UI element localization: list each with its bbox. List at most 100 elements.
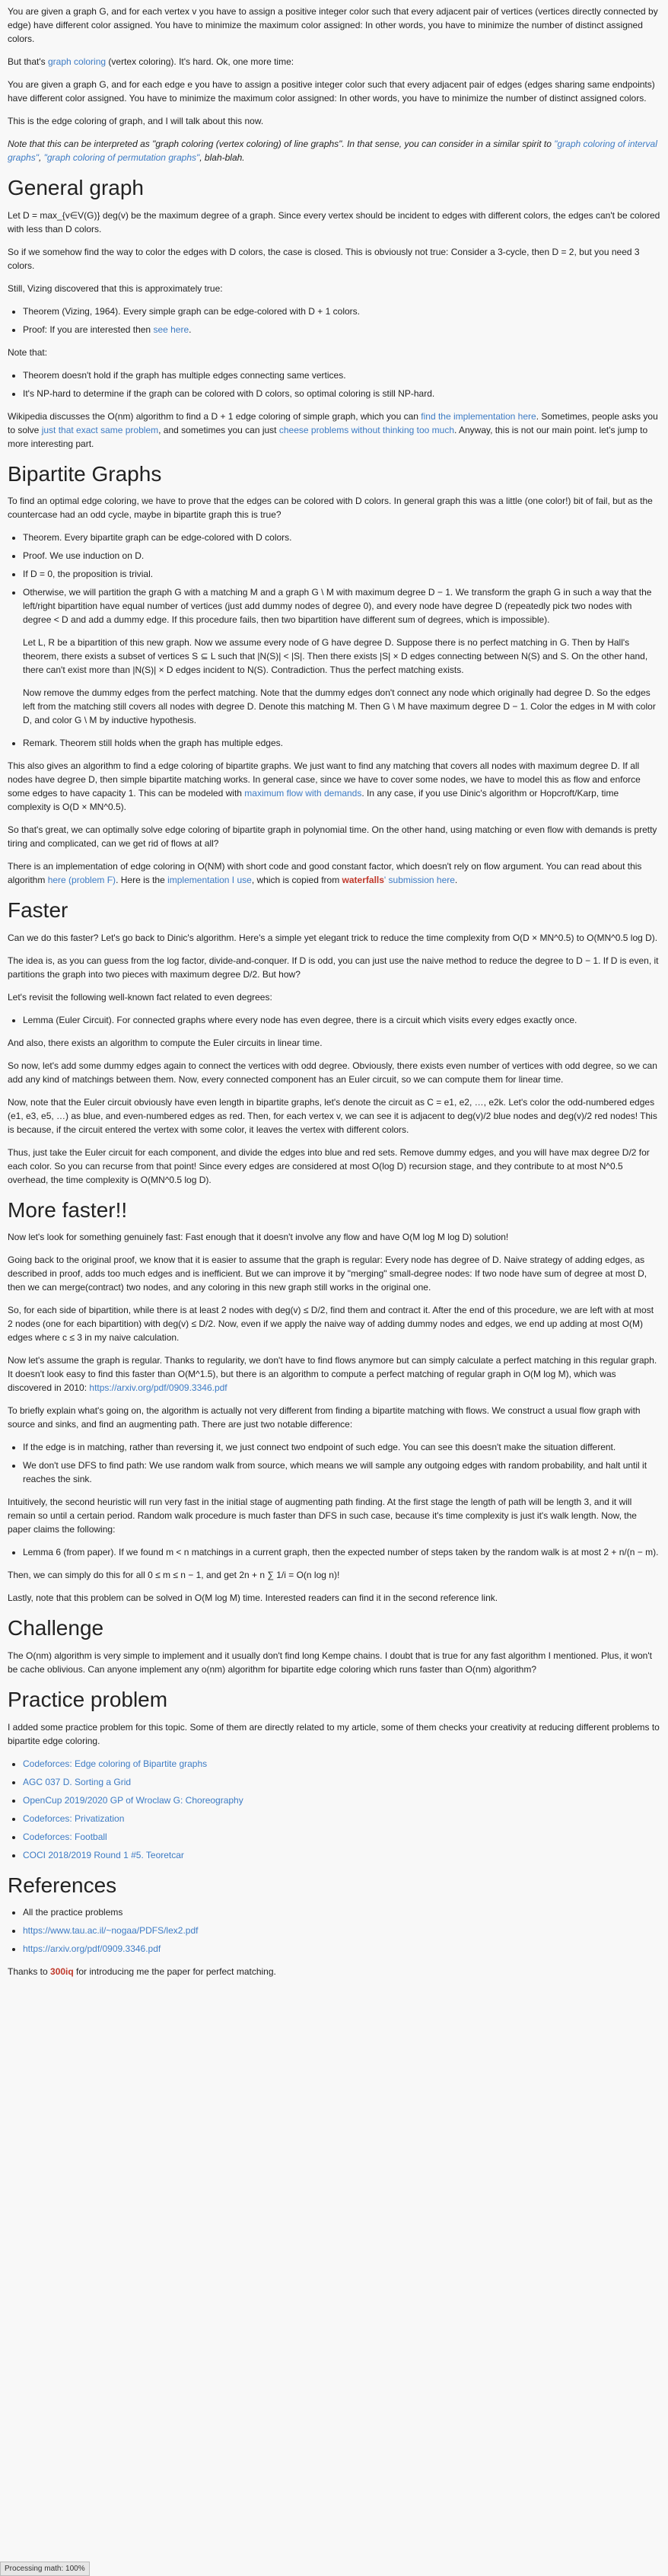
vizing-proof: Proof: If you are interested then see he… — [23, 323, 660, 336]
general-paragraph-4: Wikipedia discusses the O(nm) algorithm … — [8, 410, 660, 451]
note-label: Note that: — [8, 346, 48, 358]
graph-coloring-link[interactable]: graph coloring — [48, 56, 106, 67]
problem-f-link[interactable]: here (problem F) — [48, 875, 116, 885]
practice-item: COCI 2018/2019 Round 1 #5. Teoretcar — [23, 1848, 660, 1862]
general-paragraph-1: Let D = max_{v∈V(G)} deg(v) be the maxim… — [8, 209, 660, 234]
user-waterfalls-link[interactable]: waterfalls — [342, 875, 384, 885]
more-faster-list-1: If the edge is in matching, rather than … — [8, 1440, 660, 1486]
implementation-link[interactable]: find the implementation here — [421, 411, 536, 422]
note-item-1: Theorem doesn't hold if the graph has mu… — [23, 368, 660, 382]
thanks-text: Thanks to — [8, 1966, 51, 1978]
reference-link-3[interactable]: https://arxiv.org/pdf/0909.3346.pdf — [23, 1943, 161, 1954]
general-text: , and sometimes you can just — [158, 424, 279, 435]
intro-paragraph-5: Note that this can be interpreted as "gr… — [8, 137, 660, 164]
difference-item-2: We don't use DFS to find path: We use ra… — [23, 1459, 660, 1486]
proof-text: . — [189, 324, 192, 335]
reference-item: https://arxiv.org/pdf/0909.3346.pdf — [23, 1942, 660, 1956]
inductive-paragraph-1: Otherwise, we will partition the graph G… — [23, 587, 652, 626]
practice-link-3[interactable]: OpenCup 2019/2020 GP of Wroclaw G: Chore… — [23, 1795, 243, 1806]
more-faster-list-2: Lemma 6 (from paper). If we found m < n … — [8, 1545, 660, 1559]
see-here-link[interactable]: see here — [153, 324, 189, 335]
more-faster-paragraph-4: Now let's assume the graph is regular. T… — [8, 1353, 660, 1395]
practice-item: Codeforces: Football — [23, 1830, 660, 1844]
faster-paragraph-3: Let's revisit the following well-known f… — [8, 991, 272, 1003]
general-text: Wikipedia discusses the O(nm) algorithm … — [8, 410, 421, 422]
intro-paragraph-2: But that's graph coloring (vertex colori… — [8, 55, 660, 69]
intro-text: But that's — [8, 56, 48, 67]
practice-item: Codeforces: Edge coloring of Bipartite g… — [23, 1757, 660, 1771]
article-page: You are given a graph G, and for each ve… — [0, 0, 668, 2576]
flow-demands-link[interactable]: maximum flow with demands — [244, 788, 361, 799]
practice-item: OpenCup 2019/2020 GP of Wroclaw G: Chore… — [23, 1793, 660, 1807]
faster-list: Lemma (Euler Circuit). For connected gra… — [8, 1013, 660, 1027]
same-problem-link[interactable]: just that exact same problem — [42, 425, 158, 435]
practice-item: Codeforces: Privatization — [23, 1812, 660, 1825]
inductive-paragraph-3: Now remove the dummy edges from the perf… — [23, 687, 656, 726]
bipartite-text: . Here is the — [116, 875, 168, 886]
arxiv-link[interactable]: https://arxiv.org/pdf/0909.3346.pdf — [89, 1382, 227, 1393]
more-faster-paragraph-7: Then, we can simply do this for all 0 ≤ … — [8, 1570, 340, 1581]
more-faster-heading: More faster!! — [8, 1197, 128, 1222]
general-graph-heading: General graph — [8, 176, 145, 199]
proof-text: Proof: If you are interested then — [23, 324, 154, 335]
practice-heading: Practice problem — [8, 1687, 168, 1711]
practice-link-4[interactable]: Codeforces: Privatization — [23, 1813, 124, 1824]
thanks-text: for introducing me the paper for perfect… — [73, 1966, 276, 1978]
intro-text: , — [38, 152, 44, 163]
intro-text: Note that this can be interpreted as "gr… — [8, 139, 555, 149]
lemma-6: Lemma 6 (from paper). If we found m < n … — [23, 1545, 660, 1559]
faster-paragraph-1: Can we do this faster? Let's go back to … — [8, 932, 658, 943]
more-faster-paragraph-1: Now let's look for something genuinely f… — [8, 1232, 509, 1243]
references-heading: References — [8, 1873, 117, 1897]
intro-text: (vertex coloring). It's hard. Ok, one mo… — [106, 56, 294, 67]
intro-paragraph-1: You are given a graph G, and for each ve… — [8, 6, 658, 44]
permutation-graphs-link[interactable]: "graph coloring of permutation graphs" — [44, 152, 200, 163]
submission-link[interactable]: ' submission here — [384, 875, 455, 885]
faster-paragraph-4: And also, there exists an algorithm to c… — [8, 1037, 323, 1048]
practice-paragraph: I added some practice problem for this t… — [8, 1721, 660, 1746]
faster-paragraph-7: Thus, just take the Euler circuit for ea… — [8, 1146, 650, 1185]
bipartite-proof: Proof. We use induction on D. — [23, 549, 660, 563]
references-list: All the practice problems https://www.ta… — [8, 1905, 660, 1956]
difference-item-1: If the edge is in matching, rather than … — [23, 1440, 660, 1454]
vizing-theorem: Theorem (Vizing, 1964). Every simple gra… — [23, 304, 660, 318]
faster-heading: Faster — [8, 898, 68, 923]
reference-link-2[interactable]: https://www.tau.ac.il/~nogaa/PDFS/lex2.p… — [23, 1925, 198, 1936]
faster-paragraph-5: So now, let's add some dummy edges again… — [8, 1060, 657, 1085]
bipartite-paragraph-4: There is an implementation of edge color… — [8, 859, 660, 887]
bipartite-base-case: If D = 0, the proposition is trivial. — [23, 567, 660, 581]
intro-paragraph-4: This is the edge coloring of graph, and … — [8, 116, 264, 126]
bipartite-paragraph-2: This also gives an algorithm to find a e… — [8, 759, 660, 814]
user-300iq-link[interactable]: 300iq — [50, 1966, 74, 1977]
bipartite-theorem: Theorem. Every bipartite graph can be ed… — [23, 531, 660, 544]
more-faster-paragraph-2: Going back to the original proof, we kno… — [8, 1255, 647, 1293]
cheese-problems-link[interactable]: cheese problems without thinking too muc… — [279, 425, 454, 435]
bipartite-remark: Remark. Theorem still holds when the gra… — [23, 736, 660, 750]
practice-link-5[interactable]: Codeforces: Football — [23, 1832, 107, 1842]
intro-paragraph-3: You are given a graph G, and for each ed… — [8, 79, 655, 104]
practice-link-2[interactable]: AGC 037 D. Sorting a Grid — [23, 1777, 131, 1787]
bipartite-text: . — [454, 875, 458, 886]
faster-paragraph-2: The idea is, as you can guess from the l… — [8, 955, 659, 980]
bipartite-text: , which is copied from — [251, 875, 342, 886]
bipartite-paragraph-1: To find an optimal edge coloring, we hav… — [8, 496, 653, 521]
reference-item: https://www.tau.ac.il/~nogaa/PDFS/lex2.p… — [23, 1924, 660, 1937]
thanks-paragraph: Thanks to 300iq for introducing me the p… — [8, 1965, 660, 1978]
euler-lemma: Lemma (Euler Circuit). For connected gra… — [23, 1013, 660, 1027]
practice-link-6[interactable]: COCI 2018/2019 Round 1 #5. Teoretcar — [23, 1850, 184, 1860]
bipartite-inductive-step: Otherwise, we will partition the graph G… — [23, 585, 660, 727]
practice-link-1[interactable]: Codeforces: Edge coloring of Bipartite g… — [23, 1758, 207, 1769]
implementation-i-use-link[interactable]: implementation I use — [167, 875, 252, 885]
general-paragraph-3: Still, Vizing discovered that this is ap… — [8, 282, 223, 294]
general-paragraph-2: So if we somehow find the way to color t… — [8, 246, 640, 271]
bipartite-paragraph-3: So that's great, we can optimally solve … — [8, 824, 657, 850]
more-faster-paragraph-8: Lastly, note that this problem can be so… — [8, 1592, 498, 1604]
note-item-2: It's NP-hard to determine if the graph c… — [23, 387, 660, 400]
practice-item: AGC 037 D. Sorting a Grid — [23, 1775, 660, 1789]
general-list-2: Theorem doesn't hold if the graph has mu… — [8, 368, 660, 400]
more-faster-paragraph-6: Intuitively, the second heuristic will r… — [8, 1497, 637, 1535]
practice-list: Codeforces: Edge coloring of Bipartite g… — [8, 1757, 660, 1862]
more-faster-paragraph-3: So, for each side of bipartition, while … — [8, 1305, 654, 1344]
reference-item: All the practice problems — [23, 1905, 660, 1919]
more-faster-paragraph-5: To briefly explain what's going on, the … — [8, 1405, 641, 1430]
